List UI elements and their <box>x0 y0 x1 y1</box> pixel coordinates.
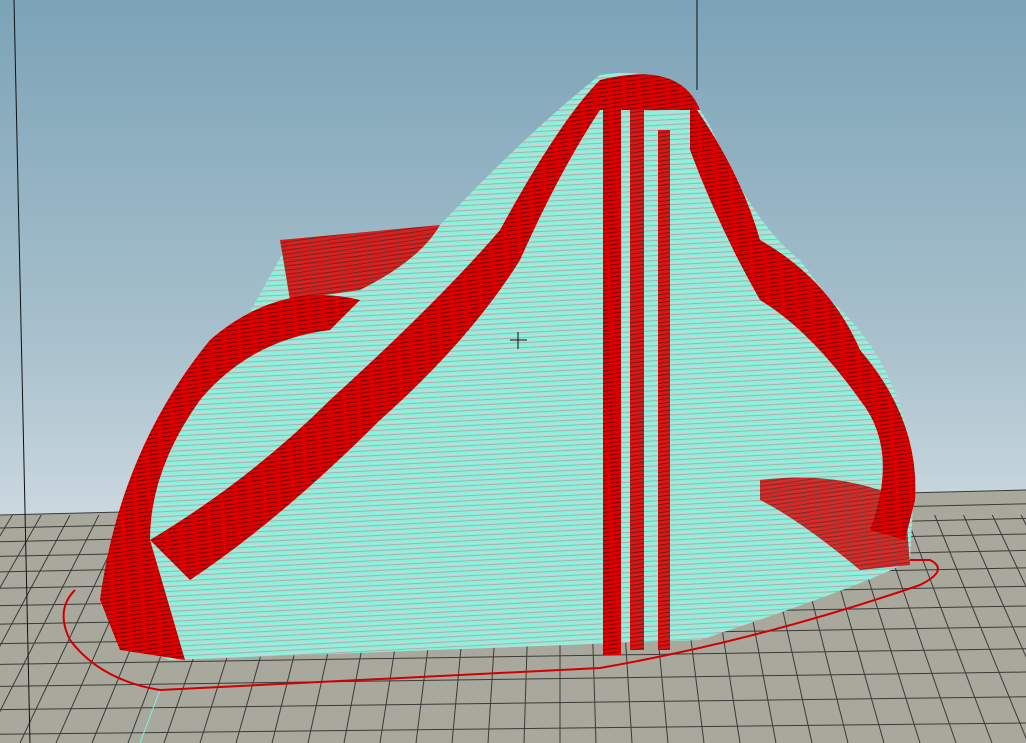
scene <box>0 0 1026 743</box>
pillar-1 <box>603 100 621 655</box>
pillar-3 <box>658 130 670 650</box>
3d-viewport[interactable] <box>0 0 1026 743</box>
pillar-2 <box>630 110 644 650</box>
